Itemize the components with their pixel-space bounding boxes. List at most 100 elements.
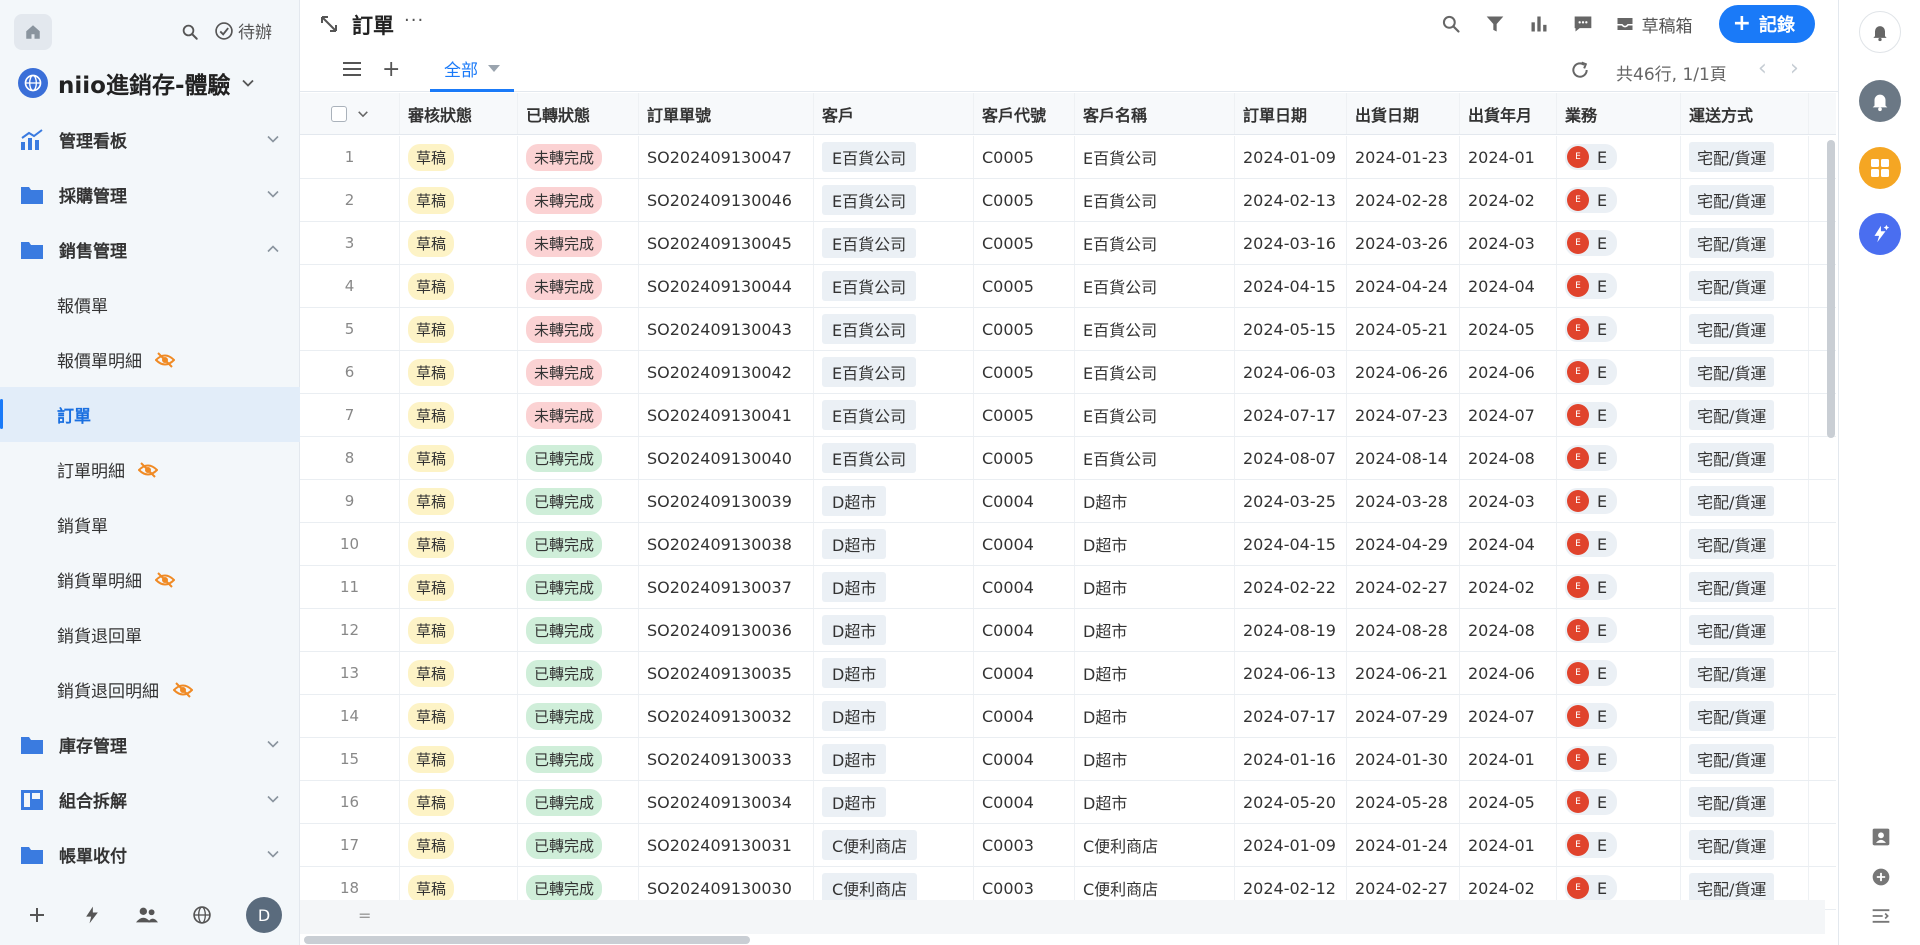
salesperson-cell[interactable]: EE: [1557, 652, 1681, 694]
shipping-method-cell[interactable]: 宅配/貨運: [1681, 437, 1809, 479]
add-view-icon[interactable]: +: [382, 57, 400, 82]
order-number-cell[interactable]: SO202409130046: [639, 179, 814, 221]
row-number-cell[interactable]: 6: [300, 351, 400, 393]
customer-name-cell[interactable]: D超市: [1075, 523, 1235, 565]
customer-name-cell[interactable]: E百貨公司: [1075, 136, 1235, 178]
apps-button[interactable]: [1859, 147, 1901, 189]
customer-name-cell[interactable]: D超市: [1075, 566, 1235, 608]
review-status-cell[interactable]: 草稿: [400, 695, 518, 737]
customer-name-cell[interactable]: C便利商店: [1075, 824, 1235, 866]
ship-month-cell[interactable]: 2024-01: [1460, 824, 1557, 866]
salesperson-cell[interactable]: EE: [1557, 523, 1681, 565]
sidebar-item-purchasing[interactable]: 採購管理: [0, 167, 300, 222]
shipping-method-cell[interactable]: 宅配/貨運: [1681, 222, 1809, 264]
horizontal-scrollbar[interactable]: [304, 936, 750, 944]
ship-date-cell[interactable]: 2024-04-24: [1347, 265, 1460, 307]
order-number-cell[interactable]: SO202409130031: [639, 824, 814, 866]
transfer-status-cell[interactable]: 未轉完成: [518, 351, 639, 393]
order-number-cell[interactable]: SO202409130047: [639, 136, 814, 178]
home-button[interactable]: [14, 14, 52, 50]
automation-button[interactable]: [81, 904, 103, 926]
order-number-cell[interactable]: SO202409130045: [639, 222, 814, 264]
row-number-cell[interactable]: 16: [300, 781, 400, 823]
order-date-cell[interactable]: 2024-05-20: [1235, 781, 1347, 823]
order-number-cell[interactable]: SO202409130044: [639, 265, 814, 307]
shipping-method-cell[interactable]: 宅配/貨運: [1681, 394, 1809, 436]
sidebar-item-billing[interactable]: 帳單收付: [0, 827, 300, 882]
sidebar-subitem-sales-return[interactable]: 銷貨退回單: [0, 607, 300, 662]
column-header[interactable]: 業務: [1557, 93, 1681, 134]
transfer-status-cell[interactable]: 已轉完成: [518, 523, 639, 565]
salesperson-cell[interactable]: EE: [1557, 738, 1681, 780]
customer-cell[interactable]: E百貨公司: [814, 179, 974, 221]
list-icon[interactable]: [342, 60, 362, 78]
review-status-cell[interactable]: 草稿: [400, 351, 518, 393]
ship-date-cell[interactable]: 2024-04-29: [1347, 523, 1460, 565]
salesperson-cell[interactable]: EE: [1557, 480, 1681, 522]
sidebar-subitem-sales-slip[interactable]: 銷貨單: [0, 497, 300, 552]
salesperson-cell[interactable]: EE: [1557, 566, 1681, 608]
table-row[interactable]: 15 草稿 已轉完成 SO202409130033 D超市 C0004 D超市 2024-01…: [300, 738, 1836, 781]
order-date-cell[interactable]: 2024-03-25: [1235, 480, 1347, 522]
customer-code-cell[interactable]: C0004: [974, 566, 1075, 608]
todo-button[interactable]: 待辦: [214, 18, 272, 43]
shipping-method-cell[interactable]: 宅配/貨運: [1681, 351, 1809, 393]
customer-code-cell[interactable]: C0005: [974, 179, 1075, 221]
customer-code-cell[interactable]: C0004: [974, 523, 1075, 565]
customer-name-cell[interactable]: E百貨公司: [1075, 351, 1235, 393]
ship-date-cell[interactable]: 2024-01-30: [1347, 738, 1460, 780]
ship-month-cell[interactable]: 2024-02: [1460, 179, 1557, 221]
order-date-cell[interactable]: 2024-07-17: [1235, 695, 1347, 737]
table-row[interactable]: 13 草稿 已轉完成 SO202409130035 D超市 C0004 D超市 2024-06…: [300, 652, 1836, 695]
select-all-checkbox[interactable]: [330, 105, 347, 122]
ship-date-cell[interactable]: 2024-02-27: [1347, 566, 1460, 608]
review-status-cell[interactable]: 草稿: [400, 437, 518, 479]
review-status-cell[interactable]: 草稿: [400, 609, 518, 651]
shipping-method-cell[interactable]: 宅配/貨運: [1681, 566, 1809, 608]
ship-date-cell[interactable]: 2024-08-28: [1347, 609, 1460, 651]
ship-date-cell[interactable]: 2024-08-14: [1347, 437, 1460, 479]
customer-code-cell[interactable]: C0005: [974, 308, 1075, 350]
review-status-cell[interactable]: 草稿: [400, 136, 518, 178]
customer-name-cell[interactable]: D超市: [1075, 652, 1235, 694]
transfer-status-cell[interactable]: 未轉完成: [518, 308, 639, 350]
customer-cell[interactable]: D超市: [814, 738, 974, 780]
customer-code-cell[interactable]: C0005: [974, 265, 1075, 307]
column-header[interactable]: 已轉狀態: [518, 93, 639, 134]
sidebar-subitem-sales-slip-detail[interactable]: 銷貨單明細: [0, 552, 300, 607]
shipping-method-cell[interactable]: 宅配/貨運: [1681, 781, 1809, 823]
row-number-cell[interactable]: 7: [300, 394, 400, 436]
salesperson-cell[interactable]: EE: [1557, 222, 1681, 264]
order-date-cell[interactable]: 2024-04-15: [1235, 523, 1347, 565]
customer-cell[interactable]: D超市: [814, 609, 974, 651]
customer-code-cell[interactable]: C0004: [974, 781, 1075, 823]
shipping-method-cell[interactable]: 宅配/貨運: [1681, 136, 1809, 178]
transfer-status-cell[interactable]: 未轉完成: [518, 265, 639, 307]
order-date-cell[interactable]: 2024-08-19: [1235, 609, 1347, 651]
shipping-method-cell[interactable]: 宅配/貨運: [1681, 695, 1809, 737]
next-page-icon[interactable]: ›: [1790, 56, 1799, 81]
add-record-button[interactable]: + 記錄: [1718, 5, 1815, 43]
transfer-status-cell[interactable]: 已轉完成: [518, 738, 639, 780]
customer-cell[interactable]: D超市: [814, 695, 974, 737]
tab-all[interactable]: 全部: [430, 48, 514, 92]
vertical-scrollbar[interactable]: [1827, 140, 1835, 438]
customer-cell[interactable]: E百貨公司: [814, 308, 974, 350]
customer-name-cell[interactable]: E百貨公司: [1075, 179, 1235, 221]
sidebar-subitem-quotation-detail[interactable]: 報價單明細: [0, 332, 300, 387]
row-number-cell[interactable]: 8: [300, 437, 400, 479]
customer-name-cell[interactable]: D超市: [1075, 738, 1235, 780]
row-number-cell[interactable]: 9: [300, 480, 400, 522]
order-number-cell[interactable]: SO202409130036: [639, 609, 814, 651]
members-button[interactable]: [136, 904, 158, 926]
order-date-cell[interactable]: 2024-08-07: [1235, 437, 1347, 479]
shipping-method-cell[interactable]: 宅配/貨運: [1681, 308, 1809, 350]
transfer-status-cell[interactable]: 已轉完成: [518, 437, 639, 479]
table-row[interactable]: 9 草稿 已轉完成 SO202409130039 D超市 C0004 D超市 2024-03-…: [300, 480, 1836, 523]
ai-assistant-button[interactable]: [1859, 213, 1901, 255]
ship-date-cell[interactable]: 2024-06-26: [1347, 351, 1460, 393]
ship-month-cell[interactable]: 2024-03: [1460, 222, 1557, 264]
table-row[interactable]: 8 草稿 已轉完成 SO202409130040 E百貨公司 C0005 E百貨公司 2024…: [300, 437, 1836, 480]
contact-button[interactable]: [1870, 826, 1892, 848]
review-status-cell[interactable]: 草稿: [400, 652, 518, 694]
